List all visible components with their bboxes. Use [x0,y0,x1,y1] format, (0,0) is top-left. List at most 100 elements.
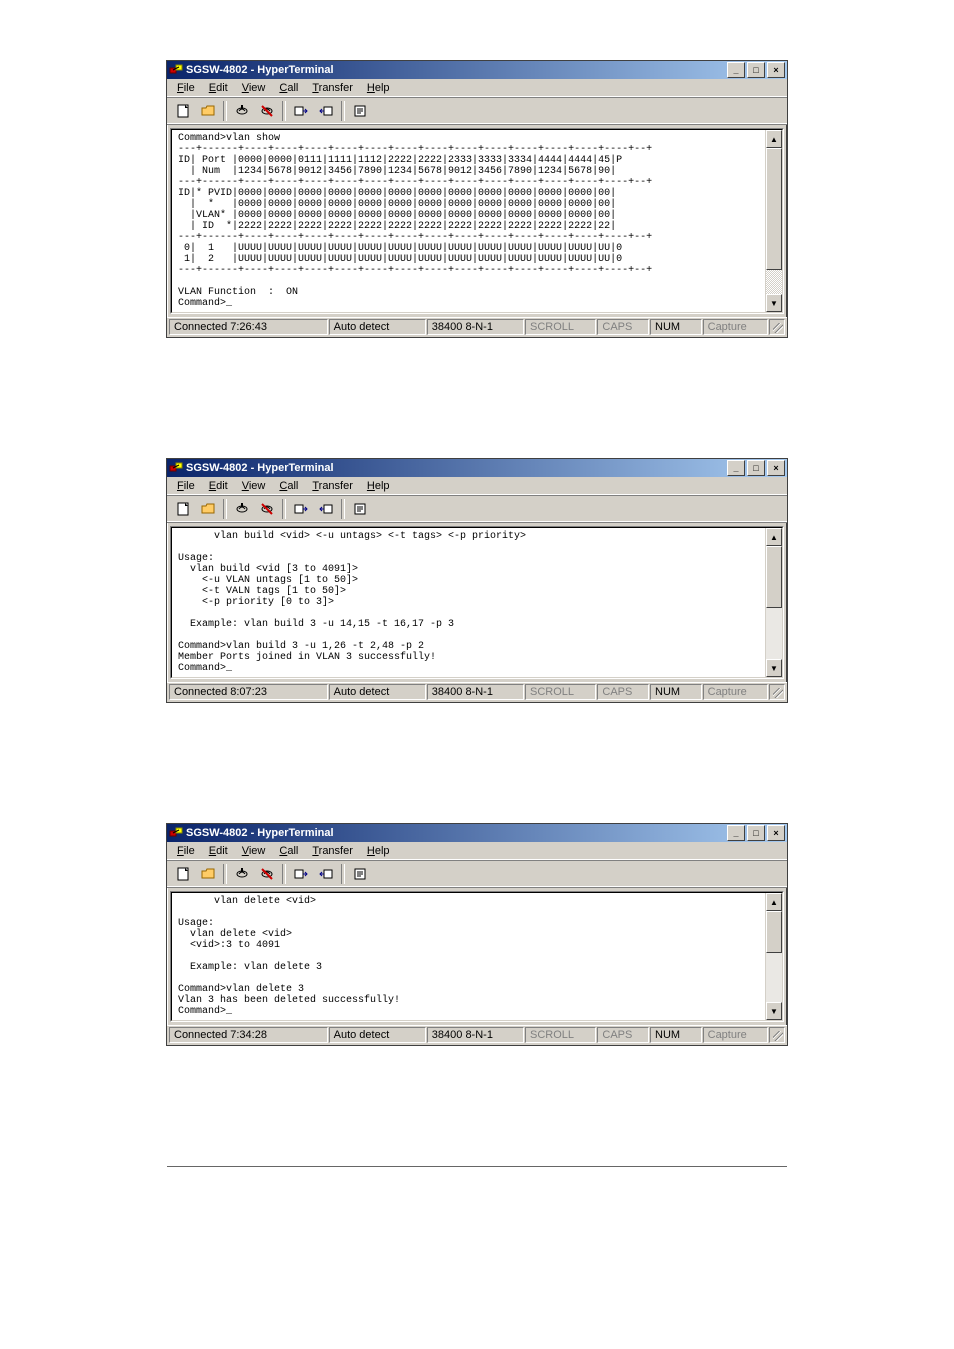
connect-button[interactable] [230,863,254,885]
scroll-up-button[interactable]: ▲ [766,893,782,911]
send-icon [293,866,309,882]
scroll-thumb[interactable] [766,148,782,270]
menu-edit[interactable]: Edit [203,81,234,95]
status-num: NUM [650,319,702,335]
close-button[interactable]: × [767,62,785,78]
connect-button[interactable] [230,100,254,122]
toolbar-separator [341,101,345,121]
resize-grip[interactable] [769,1027,785,1043]
scroll-down-button[interactable]: ▼ [766,294,782,312]
properties-button[interactable] [348,100,372,122]
vertical-scrollbar[interactable]: ▲▼ [765,130,782,312]
new-icon [175,866,191,882]
toolbar-separator [282,101,286,121]
status-connection: Connected 7:26:43 [169,319,328,335]
status-detect: Auto detect [329,1027,426,1043]
menu-help[interactable]: Help [361,81,396,95]
connect-icon [234,103,250,119]
resize-grip[interactable] [769,319,785,335]
menu-file[interactable]: File [171,479,201,493]
scroll-thumb[interactable] [766,911,782,953]
minimize-button[interactable]: _ [727,825,745,841]
properties-button[interactable] [348,863,372,885]
disconnect-icon [259,501,275,517]
scroll-track[interactable] [766,148,782,294]
minimize-button[interactable]: _ [727,62,745,78]
menu-file[interactable]: File [171,844,201,858]
receive-button[interactable] [314,498,338,520]
menu-transfer[interactable]: Transfer [306,479,359,493]
scroll-up-button[interactable]: ▲ [766,130,782,148]
terminal-output[interactable]: vlan delete <vid> Usage: vlan delete <vi… [172,893,765,1020]
new-button[interactable] [171,498,195,520]
menu-transfer[interactable]: Transfer [306,81,359,95]
app-icon [169,460,186,477]
vertical-scrollbar[interactable]: ▲▼ [765,528,782,677]
menu-transfer[interactable]: Transfer [306,844,359,858]
new-icon [175,501,191,517]
menu-help[interactable]: Help [361,479,396,493]
receive-icon [318,103,334,119]
open-button[interactable] [196,863,220,885]
send-button[interactable] [289,498,313,520]
disconnect-button[interactable] [255,100,279,122]
menu-call[interactable]: Call [273,844,304,858]
receive-icon [318,866,334,882]
menu-view[interactable]: View [236,479,272,493]
open-icon [200,103,216,119]
status-caps: CAPS [597,684,649,700]
menu-call[interactable]: Call [273,479,304,493]
new-button[interactable] [171,100,195,122]
properties-button[interactable] [348,498,372,520]
scroll-thumb[interactable] [766,546,782,608]
menubar: FileEditViewCallTransferHelp [167,842,787,861]
toolbar-separator [223,499,227,519]
vertical-scrollbar[interactable]: ▲▼ [765,893,782,1020]
toolbar [167,98,787,125]
status-capture: Capture [703,1027,768,1043]
send-button[interactable] [289,863,313,885]
minimize-button[interactable]: _ [727,460,745,476]
receive-button[interactable] [314,863,338,885]
titlebar: SGSW-4802 - HyperTerminal_□× [167,459,787,477]
menu-view[interactable]: View [236,81,272,95]
menu-view[interactable]: View [236,844,272,858]
scroll-down-button[interactable]: ▼ [766,1002,782,1020]
menu-call[interactable]: Call [273,81,304,95]
disconnect-button[interactable] [255,498,279,520]
open-icon [200,501,216,517]
resize-grip[interactable] [769,684,785,700]
receive-icon [318,501,334,517]
menu-help[interactable]: Help [361,844,396,858]
close-button[interactable]: × [767,825,785,841]
open-button[interactable] [196,498,220,520]
window-title: SGSW-4802 - HyperTerminal [186,827,727,839]
scroll-up-button[interactable]: ▲ [766,528,782,546]
maximize-button[interactable]: □ [747,460,765,476]
connect-button[interactable] [230,498,254,520]
terminal-output[interactable]: Command>vlan show ---+------+----+----+-… [172,130,765,312]
scroll-track[interactable] [766,911,782,1002]
toolbar-separator [223,864,227,884]
scroll-down-button[interactable]: ▼ [766,659,782,677]
new-button[interactable] [171,863,195,885]
receive-button[interactable] [314,100,338,122]
menu-edit[interactable]: Edit [203,479,234,493]
toolbar-separator [282,864,286,884]
close-button[interactable]: × [767,460,785,476]
toolbar-separator [223,101,227,121]
hyperterminal-window: SGSW-4802 - HyperTerminal_□× FileEditView… [166,458,788,703]
status-num: NUM [650,684,702,700]
open-button[interactable] [196,100,220,122]
terminal-output[interactable]: vlan build <vid> <-u untags> <-t tags> <… [172,528,765,677]
footer-divider [167,1166,787,1167]
disconnect-button[interactable] [255,863,279,885]
scroll-track[interactable] [766,546,782,659]
maximize-button[interactable]: □ [747,825,765,841]
maximize-button[interactable]: □ [747,62,765,78]
toolbar-separator [341,864,345,884]
status-capture: Capture [703,684,768,700]
menu-file[interactable]: File [171,81,201,95]
send-button[interactable] [289,100,313,122]
menu-edit[interactable]: Edit [203,844,234,858]
